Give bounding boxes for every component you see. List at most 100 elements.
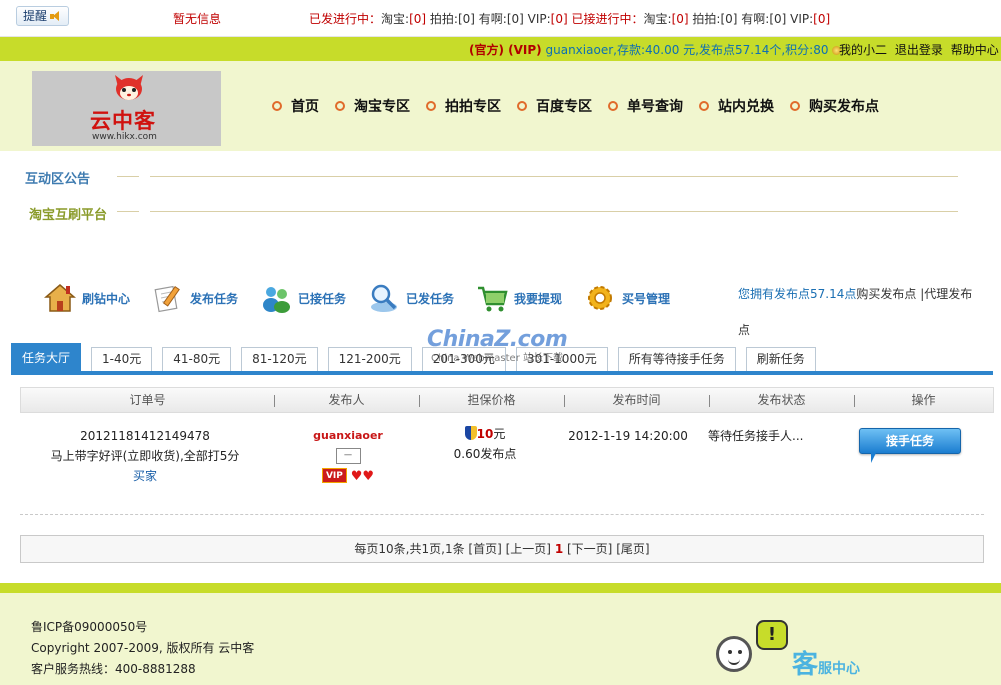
pub-taobao-label: 淘宝: <box>381 12 410 26</box>
first-page-link[interactable]: [首页] <box>468 542 501 556</box>
last-page-link[interactable]: [尾页] <box>616 542 649 556</box>
ring-icon <box>699 101 709 111</box>
current-page: 1 <box>554 542 564 556</box>
tab-task-hall[interactable]: 任务大厅 <box>11 343 82 371</box>
publisher-cell: guanxiaoer 一 VIP ♥♥ <box>273 426 423 484</box>
buyer-link[interactable]: 买家 <box>20 466 270 486</box>
acc-taobao-count: [0] <box>671 12 689 26</box>
tab-1-40[interactable]: 1-40元 <box>91 347 153 371</box>
site-logo[interactable]: 云中客 www.hikx.com <box>32 71 221 146</box>
service-big-char: 客 <box>792 650 819 680</box>
acc-paipai-count: [0] <box>720 12 738 26</box>
quick-accepted-tasks[interactable]: 已接任务 <box>260 282 368 314</box>
header-separator <box>854 395 855 407</box>
account-links: 我的小二 退出登录 帮助中心 <box>839 41 1001 58</box>
fox-mascot-icon <box>115 75 143 100</box>
platform-heading[interactable]: 淘宝互刷平台 <box>29 204 107 223</box>
nav-paipai[interactable]: 拍拍专区 <box>426 96 501 116</box>
headset-face-icon <box>716 636 752 672</box>
remind-label: 提醒 <box>23 9 48 23</box>
help-center-link[interactable]: 帮助中心 <box>951 43 999 57</box>
task-status-line: 已发进行中：淘宝:[0] 拍拍:[0] 有啊:[0] VIP:[0] 已接进行中… <box>309 10 830 27</box>
acc-vip-count: [0] <box>813 12 831 26</box>
publish-time: 2012-1-19 14:20:00 <box>568 429 688 443</box>
nav-baidu[interactable]: 百度专区 <box>517 96 592 116</box>
pub-paipai-count: [0] <box>457 12 475 26</box>
copyright: Copyright 2007-2009, 版权所有 云中客 <box>31 641 255 655</box>
ring-icon <box>426 101 436 111</box>
tab-301-1000[interactable]: 301-1000元 <box>515 347 608 371</box>
quick-account-manage[interactable]: 买号管理 <box>584 282 692 314</box>
nav-home[interactable]: 首页 <box>272 96 319 116</box>
shield-icon <box>464 426 477 440</box>
nav-taobao[interactable]: 淘宝专区 <box>335 96 410 116</box>
quick-label: 已接任务 <box>298 291 347 306</box>
pub-vip-count: [0] <box>550 12 568 26</box>
account-username[interactable]: guanxiaoer <box>546 43 614 57</box>
tab-41-80[interactable]: 41-80元 <box>162 347 232 371</box>
tab-81-120[interactable]: 81-120元 <box>241 347 318 371</box>
speaker-icon <box>50 10 62 22</box>
take-task-button[interactable]: 接手任务 <box>859 428 961 454</box>
remind-button[interactable]: 提醒 <box>16 6 70 26</box>
points-note: 您拥有发布点57.14点购买发布点 |代理发布点 <box>738 276 978 348</box>
ring-icon <box>608 101 618 111</box>
pagination: 每页10条,共1页,1条 [首页] [上一页] 1 [下一页] [尾页] <box>20 535 984 563</box>
ring-icon <box>517 101 527 111</box>
price-cell: 10元 0.60发布点 <box>420 424 550 464</box>
logout-link[interactable]: 退出登录 <box>895 43 943 57</box>
quick-diamond-center[interactable]: 刷钻中心 <box>44 282 152 314</box>
col-price: 担保价格 <box>467 393 516 407</box>
quick-withdraw[interactable]: 我要提现 <box>476 282 584 314</box>
service-small-text: 服中心 <box>818 661 861 677</box>
main-nav: 首页 淘宝专区 拍拍专区 百度专区 单号查询 站内兑换 购买发布点 <box>272 96 895 116</box>
my-xiaoer-link[interactable]: 我的小二 <box>839 43 887 57</box>
price-unit: 元 <box>493 427 506 441</box>
col-action: 操作 <box>911 393 936 407</box>
tab-all-waiting[interactable]: 所有等待接手任务 <box>617 347 736 371</box>
divider-line <box>117 176 139 177</box>
col-state: 发布状态 <box>757 393 806 407</box>
points-owned: 您拥有发布点57.14点 <box>738 287 857 301</box>
header-separator <box>274 395 275 407</box>
users-icon <box>263 287 290 313</box>
pub-vip-label: VIP: <box>527 12 551 26</box>
page-summary: 每页10条,共1页,1条 <box>354 542 465 556</box>
header-separator <box>419 395 420 407</box>
nav-order-query[interactable]: 单号查询 <box>608 96 683 116</box>
nav-exchange[interactable]: 站内兑换 <box>699 96 774 116</box>
next-page-link[interactable]: [下一页] <box>567 542 612 556</box>
nav-label: 百度专区 <box>536 99 592 115</box>
magnifier-user-icon <box>371 284 397 312</box>
ring-icon <box>272 101 282 111</box>
icp-number[interactable]: 鲁ICP备09000050号 <box>31 618 147 635</box>
logo-text: 云中客 <box>90 109 156 133</box>
divider-line <box>150 211 958 212</box>
button-tail <box>871 453 876 463</box>
tab-121-200[interactable]: 121-200元 <box>327 347 412 371</box>
published-label: 已发进行中： <box>309 12 382 26</box>
account-balance: ,存款:40.00 元,发布点57.14个,积分:80 <box>613 43 829 57</box>
ring-icon <box>790 101 800 111</box>
buy-points-link[interactable]: 购买发布点 <box>856 287 916 301</box>
quick-label: 发布任务 <box>190 291 239 306</box>
order-cell: 20121181412149478 马上带字好评(立即收货),全部打5分 买家 <box>20 426 270 486</box>
exclamation-bubble-icon: ! <box>756 620 788 650</box>
prev-page-link[interactable]: [上一页] <box>506 542 551 556</box>
quick-publish-task[interactable]: 发布任务 <box>152 282 260 314</box>
nav-label: 首页 <box>291 99 319 115</box>
tab-underline <box>11 371 993 375</box>
quick-published-tasks[interactable]: 已发任务 <box>368 282 476 314</box>
account-info: (官方) (VIP) guanxiaoer,存款:40.00 元,发布点57.1… <box>469 41 842 58</box>
quick-actions: 刷钻中心 发布任务 已接任务 已发任务 我要提现 买号管理 <box>44 282 692 314</box>
tab-refresh[interactable]: 刷新任务 <box>745 347 816 371</box>
nav-buy-points[interactable]: 购买发布点 <box>790 96 879 116</box>
customer-service[interactable]: ! 客服中心 <box>716 620 876 680</box>
publisher-name[interactable]: guanxiaoer <box>273 426 423 446</box>
col-order-no: 订单号 <box>129 393 166 407</box>
gear-icon <box>588 286 612 310</box>
announcement-heading[interactable]: 互动区公告 <box>25 168 90 187</box>
acc-youa-count: [0] <box>769 12 787 26</box>
nav-label: 购买发布点 <box>809 99 879 115</box>
tab-201-300[interactable]: 201-300元 <box>421 347 506 371</box>
